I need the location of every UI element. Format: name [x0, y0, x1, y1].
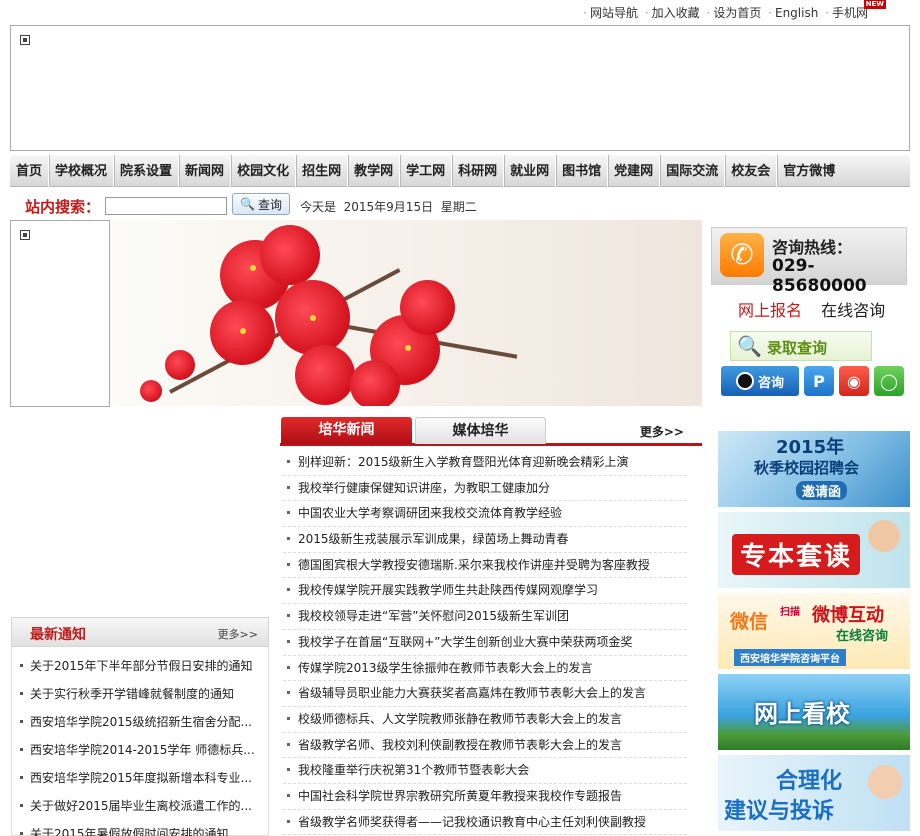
search-input[interactable]	[105, 197, 227, 215]
hotline-label: 咨询热线：	[772, 238, 853, 257]
person-illustration	[868, 520, 900, 552]
top-utility-links: · 网站导航 · 加入收藏 · 设为首页 · English · 手机网 NEW	[583, 0, 886, 20]
news-tabs: 培华新闻 媒体培华 更多>>	[280, 417, 702, 446]
nav-library[interactable]: 图书馆	[556, 154, 609, 187]
search-icon: 🔍	[240, 197, 255, 211]
qq-consult-label: 咨询	[757, 375, 784, 391]
notice-title: 最新通知	[30, 627, 86, 643]
news-item[interactable]: 我校学子在首届“互联网+”大学生创新创业大赛中荣获两项金奖	[283, 630, 687, 656]
news-item[interactable]: 省级教学名师、我校刘利侠副教授在教师节表彰大会上的发言	[283, 733, 687, 759]
broken-image-icon	[20, 35, 30, 45]
mobile-site-link[interactable]: 手机网	[832, 6, 868, 20]
nav-campus-culture[interactable]: 校园文化	[231, 154, 297, 187]
notice-more-link[interactable]: 更多>>	[218, 626, 258, 642]
nav-news[interactable]: 新闻网	[179, 154, 232, 187]
set-homepage-link[interactable]: 设为首页	[713, 6, 761, 20]
nav-employment[interactable]: 就业网	[504, 154, 557, 187]
admission-query-label: 录取查询	[767, 339, 828, 357]
hero-banner-flowers	[110, 220, 702, 406]
notice-item[interactable]: 关于做好2015届毕业生离校派遣工作的...	[12, 787, 268, 815]
tab-media-peihua[interactable]: 媒体培华	[415, 417, 546, 444]
nav-official-weibo[interactable]: 官方微博	[777, 155, 841, 187]
phone-icon: ✆	[720, 233, 764, 277]
weibo-icon[interactable]: ◉	[839, 366, 869, 396]
notice-list: 关于2015年下半年部分节假日安排的通知 关于实行秋季开学错峰就餐制度的通知 西…	[11, 647, 269, 836]
english-link[interactable]: English	[775, 6, 818, 20]
news-item[interactable]: 2015级新生戎装展示军训成果，绿茵场上舞动青春	[283, 527, 687, 553]
new-badge: NEW	[863, 0, 886, 9]
news-item[interactable]: 我校校领导走进“军营”关怀慰问2015级新生军训团	[283, 604, 687, 630]
news-item[interactable]: 中国社会科学院世界宗教研究所黄夏年教授来我校作专题报告	[283, 784, 687, 810]
broken-image-icon	[20, 230, 30, 240]
notice-item[interactable]: 关于2015年下半年部分节假日安排的通知	[12, 647, 268, 675]
nav-teaching[interactable]: 教学网	[348, 154, 401, 187]
qq-icon	[735, 372, 754, 390]
online-links: 网上报名 在线咨询	[738, 297, 899, 321]
banner-autumn-recruitment[interactable]: 2015年 秋季校园招聘会 邀请函	[718, 431, 910, 507]
banner-suggestions-complaints[interactable]: 合理化 建议与投诉	[718, 755, 910, 831]
qq-consult-button[interactable]: 咨询	[721, 366, 799, 396]
news-item[interactable]: 省级教学名师奖获得者——记我校通识教育中心主任刘利侠副教授	[283, 810, 687, 836]
hotline-number: 029-85680000	[772, 256, 867, 296]
site-nav-link[interactable]: 网站导航	[590, 6, 638, 20]
admission-query-button[interactable]: 🔍 录取查询	[730, 331, 872, 361]
nav-student-affairs[interactable]: 学工网	[400, 154, 453, 187]
search-label: 站内搜索：	[25, 198, 101, 216]
notice-item[interactable]: 西安培华学院2015级统招新生宿舍分配...	[12, 703, 268, 731]
nav-party-building[interactable]: 党建网	[608, 154, 661, 187]
nav-departments[interactable]: 院系设置	[114, 154, 180, 187]
magnifier-icon: 🔍	[737, 334, 762, 358]
current-date: 今天是 2015年9月15日 星期二	[300, 200, 477, 214]
side-image-placeholder	[10, 220, 110, 407]
search-button-label: 查询	[257, 197, 282, 212]
news-item[interactable]: 校级师德标兵、人文学院教师张静在教师节表彰大会上的发言	[283, 707, 687, 733]
news-more-link[interactable]: 更多>>	[640, 423, 684, 440]
pengyou-icon[interactable]: P	[804, 366, 834, 396]
news-item[interactable]: 中国农业大学考察调研团来我校交流体育教学经验	[283, 501, 687, 528]
nav-international[interactable]: 国际交流	[660, 154, 726, 187]
notice-header: 最新通知 更多>>	[11, 617, 269, 647]
notice-item[interactable]: 关于2015年暑假放假时间安排的通知	[12, 815, 268, 836]
notice-item[interactable]: 关于实行秋季开学错峰就餐制度的通知	[12, 675, 268, 703]
news-item[interactable]: 我校举行健康保健知识讲座，为教职工健康加分	[283, 476, 687, 502]
news-item[interactable]: 别样迎新：2015级新生入学教育暨阳光体育迎新晚会精彩上演	[283, 450, 687, 476]
search-button[interactable]: 🔍 查询	[232, 193, 290, 215]
nav-research[interactable]: 科研网	[452, 154, 505, 187]
online-signup-link[interactable]: 网上报名	[738, 301, 802, 320]
wechat-icon[interactable]: ◯	[874, 366, 904, 396]
tab-peihua-news[interactable]: 培华新闻	[281, 417, 412, 444]
banner-wechat-weibo[interactable]: 微信 扫描 微博互动 在线咨询 西安培华学院咨询平台	[718, 593, 910, 669]
banner-online-campus-tour[interactable]: 网上看校	[718, 674, 910, 750]
nav-school-overview[interactable]: 学校概况	[49, 154, 115, 187]
add-favorite-link[interactable]: 加入收藏	[652, 6, 700, 20]
news-item[interactable]: 传媒学院2013级学生徐振帅在教师节表彰大会上的发言	[283, 656, 687, 682]
news-item[interactable]: 我校隆重举行庆祝第31个教师节暨表彰大会	[283, 758, 687, 784]
nav-alumni[interactable]: 校友会	[725, 154, 778, 187]
operator-illustration	[868, 765, 902, 799]
news-list: 别样迎新：2015级新生入学教育暨阳光体育迎新晚会精彩上演 我校举行健康保健知识…	[283, 450, 687, 836]
nav-home[interactable]: 首页	[10, 154, 50, 187]
news-item[interactable]: 德国图宾根大学教授安德瑞斯.采尔来我校作讲座并受聘为客座教授	[283, 553, 687, 579]
notice-item[interactable]: 西安培华学院2015年度拟新增本科专业...	[12, 759, 268, 787]
news-item[interactable]: 我校传媒学院开展实践教学师生共赴陕西传媒网观摩学习	[283, 578, 687, 605]
notice-item[interactable]: 西安培华学院2014-2015学年 师德标兵...	[12, 731, 268, 759]
main-nav: 首页 学校概况 院系设置 新闻网 校园文化 招生网 教学网 学工网 科研网 就业…	[10, 154, 910, 187]
news-item[interactable]: 省级辅导员职业能力大赛获奖者高嘉炜在教师节表彰大会上的发言	[283, 681, 687, 707]
banner-bachelor-program[interactable]: 专本套读	[718, 512, 910, 588]
hotline-box: ✆ 咨询热线： 029-85680000	[711, 227, 907, 296]
header-banner-placeholder	[10, 25, 910, 151]
online-consult-link[interactable]: 在线咨询	[821, 301, 885, 320]
nav-admissions[interactable]: 招生网	[296, 154, 349, 187]
